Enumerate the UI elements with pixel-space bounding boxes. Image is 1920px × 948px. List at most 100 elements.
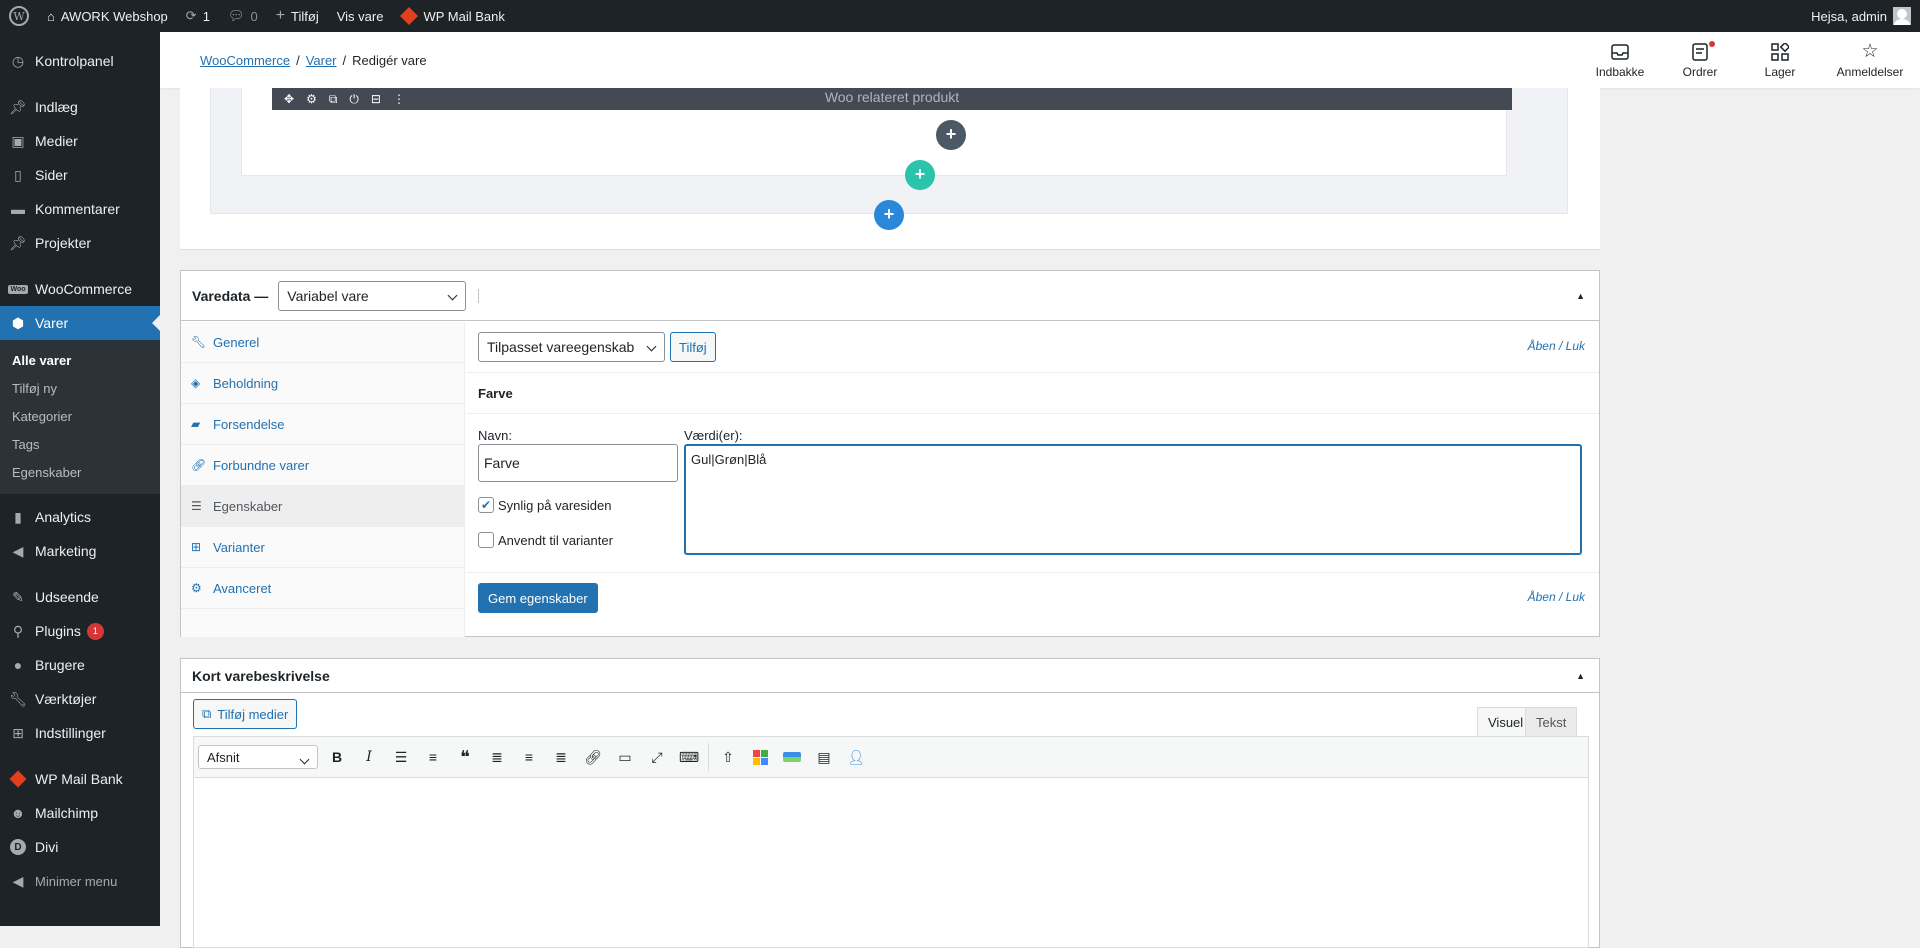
variations-checkbox[interactable] <box>478 532 494 548</box>
submenu-tags[interactable]: Tags <box>0 431 160 459</box>
attribute-name-input[interactable]: Farve <box>478 444 678 482</box>
breadcrumb-current: Redigér vare <box>352 52 427 68</box>
attribute-values-textarea[interactable]: Gul|Grøn|Blå <box>684 444 1582 555</box>
menu-pages[interactable]: ▯ Sider <box>0 158 160 192</box>
site-name-link[interactable]: ⌂ AWORK Webshop <box>38 0 177 32</box>
stock-button[interactable]: Lager <box>1740 32 1820 88</box>
toolbar-divider <box>708 743 709 771</box>
numbered-list-icon[interactable]: ≡ <box>420 744 446 770</box>
fullscreen-icon[interactable]: ⤢ <box>644 744 670 770</box>
tab-attributes[interactable]: ☰ Egenskaber <box>181 486 464 527</box>
breadcrumb-products[interactable]: Varer <box>306 53 337 68</box>
submenu-all-products[interactable]: Alle varer <box>0 347 160 375</box>
visible-on-product-page[interactable]: ✔ Synlig på varesiden <box>478 497 611 513</box>
menu-settings[interactable]: ⊞ Indstillinger <box>0 716 160 750</box>
divi-icon: D <box>8 837 28 857</box>
reviews-button[interactable]: ☆ Anmeldelser <box>1820 32 1920 88</box>
menu-posts[interactable]: 📌︎ Indlæg <box>0 90 160 124</box>
add-section-button[interactable]: + <box>874 200 904 230</box>
menu-media[interactable]: ▣ Medier <box>0 124 160 158</box>
menu-marketing[interactable]: ◀ Marketing <box>0 534 160 568</box>
add-media-button[interactable]: ⧉ Tilføj medier <box>193 699 298 729</box>
move-icon[interactable]: ✥ <box>284 90 294 108</box>
settings-icon: ⊞ <box>12 724 24 741</box>
menu-woocommerce[interactable]: Woo WooCommerce <box>0 272 160 306</box>
breadcrumb-woocommerce[interactable]: WooCommerce <box>200 53 290 68</box>
menu-tools[interactable]: 🔧︎ Værktøjer <box>0 682 160 716</box>
tab-advanced[interactable]: ⚙ Avanceret <box>181 568 464 609</box>
link-icon[interactable]: 🔗︎ <box>580 744 606 770</box>
tab-variations[interactable]: ⊞ Varianter <box>181 527 464 568</box>
inbox-button[interactable]: Indbakke <box>1580 32 1660 88</box>
format-select[interactable]: Afsnit <box>198 745 318 769</box>
align-center-icon[interactable]: ≡ <box>516 744 542 770</box>
wordpress-logo-icon[interactable]: W <box>0 0 38 32</box>
palette-icon[interactable] <box>747 744 773 770</box>
align-right-icon[interactable]: ≣ <box>548 744 574 770</box>
menu-products[interactable]: ⬢ Varer <box>0 306 160 340</box>
button-shortcode-icon[interactable] <box>779 744 805 770</box>
submenu-categories[interactable]: Kategorier <box>0 403 160 431</box>
bold-icon[interactable]: B <box>324 744 350 770</box>
italic-icon[interactable]: I <box>356 744 382 770</box>
table-icon[interactable]: ▤ <box>811 744 837 770</box>
stock-grid-icon <box>1770 42 1790 62</box>
editor-toolbar: Afsnit B I ☰ ≡ ❝ ≣ ≡ ≣ 🔗︎ ▭ ⤢ ⌨ ⇧ ▤ 👤︎ <box>193 736 1589 778</box>
tab-general[interactable]: 🔧︎ Generel <box>181 322 464 363</box>
add-module-button[interactable]: + <box>936 120 966 150</box>
plugins-update-badge: 1 <box>86 622 104 640</box>
tab-shipping[interactable]: ▰ Forsendelse <box>181 404 464 445</box>
builder-module[interactable]: ✥ ⚙ ⧉ ⏻ ⊟ ⋮ Woo relateret produkt <box>272 88 1512 110</box>
tab-linked-products[interactable]: 🔗︎ Forbundne varer <box>181 445 464 486</box>
expand-collapse-link-bottom[interactable]: Åben / Luk <box>1528 590 1585 604</box>
menu-users[interactable]: ● Brugere <box>0 648 160 682</box>
view-product-link[interactable]: Vis vare <box>328 0 393 32</box>
mail-bank-link[interactable]: WP Mail Bank <box>392 0 513 32</box>
editor-content-area[interactable] <box>193 778 1589 948</box>
menu-comments[interactable]: ▬ Kommentarer <box>0 192 160 226</box>
dashboard-icon: ◷ <box>11 52 25 69</box>
power-icon[interactable]: ⏻ <box>349 90 359 108</box>
keyboard-icon[interactable]: ⌨ <box>676 744 702 770</box>
bullet-list-icon[interactable]: ☰ <box>388 744 414 770</box>
submenu-attributes[interactable]: Egenskaber <box>0 459 160 487</box>
add-attribute-button[interactable]: Tilføj <box>670 332 716 362</box>
visible-checkbox[interactable]: ✔ <box>478 497 494 513</box>
align-left-icon[interactable]: ≣ <box>484 744 510 770</box>
add-row-button[interactable]: + <box>905 160 935 190</box>
menu-analytics[interactable]: ▮ Analytics <box>0 500 160 534</box>
user-shortcode-icon[interactable]: 👤︎ <box>843 744 869 770</box>
expand-collapse-link[interactable]: Åben / Luk <box>1528 339 1585 353</box>
submenu-add-new[interactable]: Tilføj ny <box>0 375 160 403</box>
comments-link[interactable]: 💬︎ 0 <box>219 0 267 32</box>
orders-button[interactable]: Ordrer <box>1660 32 1740 88</box>
attribute-type-select[interactable]: Tilpasset vareegenskab <box>478 332 665 362</box>
collapse-toggle-icon[interactable]: ▲ <box>1576 291 1585 301</box>
tab-inventory[interactable]: ◈ Beholdning <box>181 363 464 404</box>
duplicate-icon[interactable]: ⧉ <box>329 90 338 108</box>
menu-plugins[interactable]: ⚲ Plugins 1 <box>0 614 160 648</box>
used-for-variations[interactable]: Anvendt til varianter <box>478 532 613 548</box>
upload-icon[interactable]: ⇧ <box>715 744 741 770</box>
gear-icon[interactable]: ⚙ <box>306 90 317 108</box>
more-icon[interactable]: ⋮ <box>393 90 405 108</box>
menu-appearance[interactable]: ✎ Udseende <box>0 580 160 614</box>
updates-link[interactable]: ⟳ 1 <box>177 0 219 32</box>
menu-divi[interactable]: D Divi <box>0 830 160 864</box>
collapse-toggle-icon[interactable]: ▲ <box>1576 671 1585 681</box>
new-content-link[interactable]: + Tilføj <box>267 0 328 32</box>
my-account-link[interactable]: Hejsa, admin <box>1802 0 1920 32</box>
blockquote-icon[interactable]: ❝ <box>452 744 478 770</box>
product-type-select[interactable]: Variabel vare <box>278 280 467 311</box>
attribute-farve-header[interactable]: Farve <box>466 373 1599 414</box>
menu-wp-mail-bank[interactable]: WP Mail Bank <box>0 762 160 796</box>
menu-mailchimp[interactable]: ☻ Mailchimp <box>0 796 160 830</box>
woocommerce-icon: Woo <box>8 284 28 294</box>
layout-icon[interactable]: ⊟ <box>371 90 381 108</box>
read-more-icon[interactable]: ▭ <box>612 744 638 770</box>
menu-projects[interactable]: 📌︎ Projekter <box>0 226 160 260</box>
collapse-menu[interactable]: ◀ Minimer menu <box>0 864 160 898</box>
menu-dashboard[interactable]: ◷ Kontrolpanel <box>0 44 160 78</box>
tab-text[interactable]: Tekst <box>1525 707 1578 737</box>
save-attributes-button[interactable]: Gem egenskaber <box>478 583 598 613</box>
